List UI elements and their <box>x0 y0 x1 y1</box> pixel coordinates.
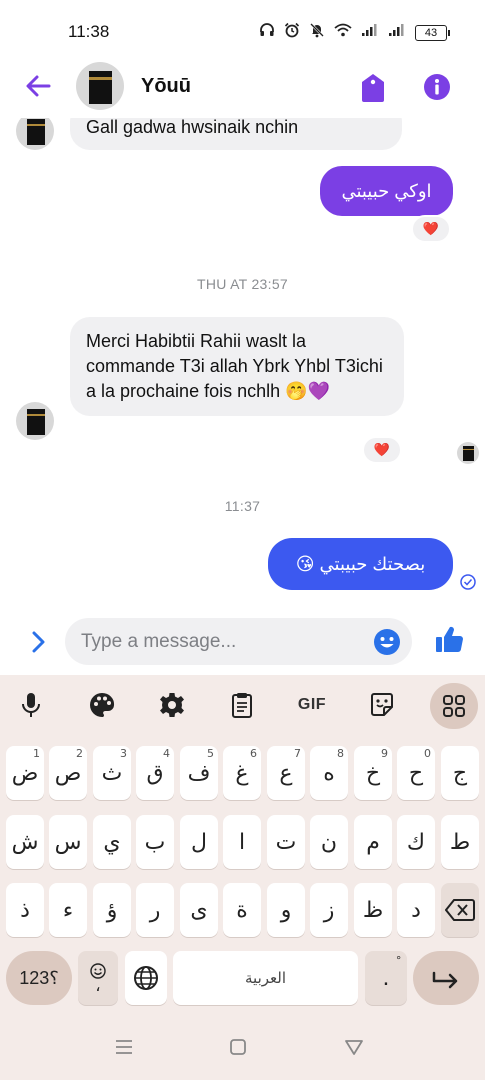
enter-key[interactable] <box>413 951 479 1005</box>
home-icon[interactable] <box>229 1038 247 1061</box>
info-icon[interactable] <box>423 73 451 106</box>
key[interactable]: ب <box>136 815 174 869</box>
key[interactable]: 1ض <box>6 746 44 800</box>
key[interactable]: ر <box>136 883 174 937</box>
contact-name[interactable]: Yōuū <box>141 75 191 98</box>
message-text: اوكي حبيبتي <box>341 181 432 201</box>
microphone-icon[interactable] <box>15 691 47 719</box>
key[interactable]: س <box>49 815 87 869</box>
key[interactable]: م <box>354 815 392 869</box>
message-input[interactable] <box>81 618 361 665</box>
key[interactable]: 4ق <box>136 746 174 800</box>
key[interactable]: 8ه <box>310 746 348 800</box>
signal-icon <box>388 23 406 42</box>
key[interactable]: ن <box>310 815 348 869</box>
back-icon[interactable] <box>344 1038 364 1061</box>
signal-icon <box>361 23 379 42</box>
key[interactable]: ظ <box>354 883 392 937</box>
key[interactable]: ز <box>310 883 348 937</box>
emoji-comma-key[interactable]: ، <box>78 951 118 1005</box>
key[interactable]: 5ف <box>180 746 218 800</box>
globe-icon <box>134 966 158 990</box>
apps-grid-icon[interactable] <box>430 683 478 729</box>
key[interactable]: ذ <box>6 883 44 937</box>
headphones-icon <box>259 22 275 43</box>
message-composer <box>0 614 485 672</box>
key[interactable]: 2ص <box>49 746 87 800</box>
symbols-key[interactable]: ؟123 <box>6 951 72 1005</box>
key[interactable]: ش <box>6 815 44 869</box>
status-bar: 11:38 43 <box>0 0 485 60</box>
key[interactable]: د <box>397 883 435 937</box>
seen-avatar <box>457 442 479 464</box>
sticker-icon[interactable] <box>366 691 398 719</box>
navigation-bar <box>0 1020 485 1080</box>
period-key[interactable]: ° . <box>365 951 407 1005</box>
emoji-icon[interactable] <box>373 628 401 661</box>
heart-reaction-icon: ❤️ <box>373 442 391 457</box>
key[interactable]: ت <box>267 815 305 869</box>
message-bubble-incoming[interactable]: Gall gadwa hwsinaik nchin <box>70 118 402 150</box>
key[interactable]: 9خ <box>354 746 392 800</box>
menu-icon[interactable] <box>114 1038 134 1061</box>
mute-icon <box>309 22 325 43</box>
heart-reaction-icon: ❤️ <box>422 221 440 236</box>
key[interactable]: و <box>267 883 305 937</box>
timestamp: THU AT 23:57 <box>196 276 288 292</box>
message-field[interactable] <box>65 618 412 665</box>
key[interactable]: ج <box>441 746 479 800</box>
wifi-icon <box>334 23 352 42</box>
clipboard-icon[interactable] <box>226 691 258 719</box>
status-time: 11:38 <box>68 22 110 41</box>
settings-icon[interactable] <box>156 691 188 719</box>
reaction-badge[interactable]: ❤️ <box>411 215 451 243</box>
key[interactable]: ى <box>180 883 218 937</box>
timestamp: 11:37 <box>224 498 261 514</box>
keyboard-toolbar: GIF <box>0 675 485 735</box>
sent-check-icon <box>460 574 476 595</box>
reaction-badge[interactable]: ❤️ <box>362 436 402 464</box>
chat-header: Yōuū <box>0 60 485 116</box>
chevron-right-icon[interactable] <box>30 630 46 659</box>
language-key[interactable] <box>125 951 167 1005</box>
avatar <box>16 402 54 440</box>
alarm-icon <box>284 22 300 43</box>
key[interactable]: ا <box>223 815 261 869</box>
key[interactable]: ط <box>441 815 479 869</box>
key[interactable]: 6غ <box>223 746 261 800</box>
key[interactable]: ي <box>93 815 131 869</box>
battery-level: 43 <box>424 26 438 39</box>
tag-icon[interactable] <box>360 73 386 108</box>
key[interactable]: 7ع <box>267 746 305 800</box>
message-text: بصحتك حبيبتي 😘 <box>295 554 426 574</box>
avatar[interactable] <box>76 62 124 110</box>
backspace-key[interactable] <box>441 883 479 937</box>
key[interactable]: ك <box>397 815 435 869</box>
palette-icon[interactable] <box>86 691 118 719</box>
space-key[interactable]: العربية <box>173 951 358 1005</box>
key[interactable]: 3ث <box>93 746 131 800</box>
key[interactable]: ء <box>49 883 87 937</box>
message-text: Gall gadwa hwsinaik nchin <box>86 118 299 137</box>
message-list[interactable]: Gall gadwa hwsinaik nchin اوكي حبيبتي ❤️… <box>0 118 485 614</box>
gif-button[interactable]: GIF <box>296 691 328 719</box>
key[interactable]: 0ح <box>397 746 435 800</box>
message-text: Merci Habibtii Rahii waslt la commande T… <box>86 331 383 401</box>
kaaba-image <box>76 62 124 110</box>
message-bubble-outgoing[interactable]: اوكي حبيبتي <box>320 166 453 216</box>
key[interactable]: ؤ <box>93 883 131 937</box>
avatar <box>16 118 54 150</box>
enter-arrow-icon <box>432 971 458 989</box>
thumbs-up-icon[interactable] <box>434 624 464 659</box>
key[interactable]: ل <box>180 815 218 869</box>
key[interactable]: ة <box>223 883 261 937</box>
backspace-icon <box>445 899 475 921</box>
back-arrow-icon[interactable] <box>24 72 52 105</box>
keyboard: GIF 1ض 2ص 3ث 4ق 5ف 6غ 7ع 8ه 9خ 0ح ج ش س … <box>0 675 485 1080</box>
message-bubble-incoming[interactable]: Merci Habibtii Rahii waslt la commande T… <box>70 317 404 416</box>
message-bubble-outgoing[interactable]: بصحتك حبيبتي 😘 <box>268 538 453 590</box>
battery-icon: 43 <box>415 24 450 41</box>
